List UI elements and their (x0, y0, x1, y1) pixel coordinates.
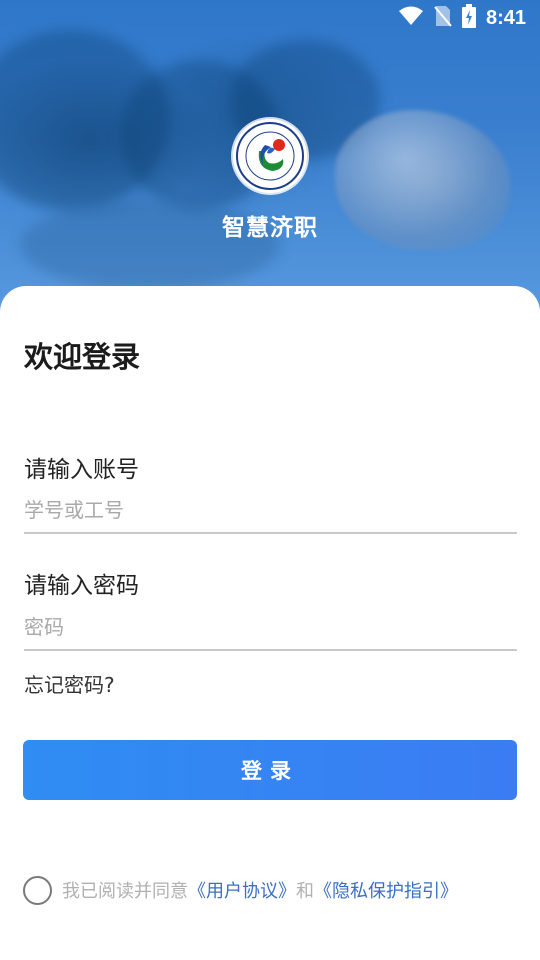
status-time: 8:41 (485, 6, 526, 29)
wifi-icon (398, 6, 424, 30)
page-title: 欢迎登录 (24, 340, 141, 374)
school-emblem-logo (233, 119, 307, 193)
agreement-joiner: 和 (296, 881, 314, 902)
password-input[interactable] (24, 605, 517, 651)
password-label: 请输入密码 (24, 573, 139, 599)
forgot-password-link[interactable]: 忘记密码? (24, 669, 115, 698)
agreement-row: 我已阅读并同意《用户协议》和《隐私保护指引》 (23, 875, 458, 905)
login-button[interactable]: 登录 (23, 740, 517, 800)
user-agreement-link[interactable]: 《用户协议》 (188, 881, 296, 902)
agreement-checkbox[interactable] (23, 875, 52, 905)
agreement-prefix: 我已阅读并同意 (62, 881, 188, 902)
status-bar: 8:41 (0, 0, 540, 36)
account-input[interactable] (24, 488, 517, 534)
battery-charging-icon (461, 4, 476, 32)
app-name: 智慧济职 (222, 215, 318, 241)
no-sim-icon (434, 5, 452, 31)
privacy-policy-link[interactable]: 《隐私保护指引》 (314, 881, 458, 902)
account-label: 请输入账号 (24, 457, 139, 483)
